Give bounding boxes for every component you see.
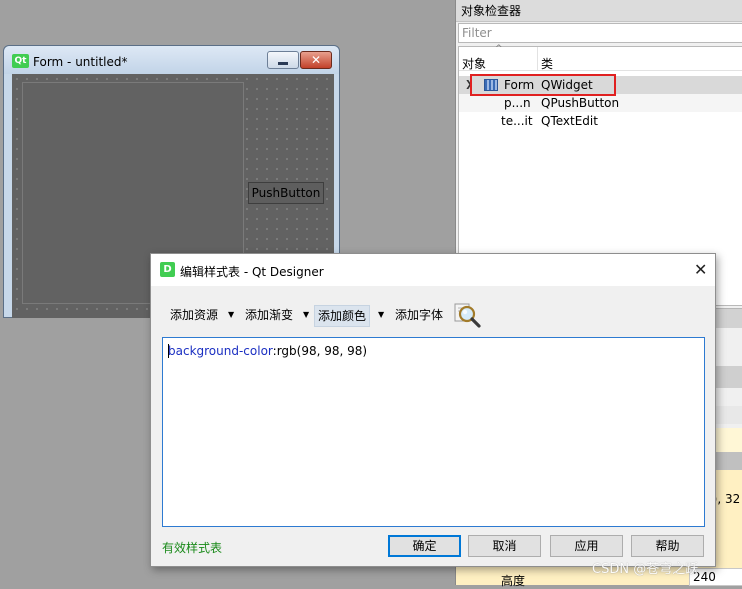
inspector-title: 对象检查器 xyxy=(456,0,742,22)
expand-arrow-icon[interactable]: ❯ xyxy=(465,76,473,94)
tree-row-form[interactable]: ❯ Form QWidget xyxy=(459,76,742,94)
push-button-widget[interactable]: PushButton xyxy=(248,182,324,204)
property-label-height: 高度 xyxy=(501,574,526,588)
column-separator[interactable] xyxy=(537,47,538,71)
object-class: QWidget xyxy=(541,78,593,92)
tree-header: 对象 ^ 类 xyxy=(459,44,742,72)
object-name: p...n xyxy=(504,96,531,110)
add-resource-button[interactable]: 添加资源 xyxy=(170,305,218,327)
object-class: QTextEdit xyxy=(541,114,598,128)
cancel-button[interactable]: 取消 xyxy=(468,535,541,557)
sort-indicator-icon: ^ xyxy=(495,44,503,54)
qt-logo-icon: Qt xyxy=(12,54,29,68)
object-name: te...it xyxy=(501,114,533,128)
dropdown-arrow-icon[interactable]: ▼ xyxy=(228,305,234,325)
close-button[interactable]: ✕ xyxy=(300,51,332,69)
dropdown-arrow-icon[interactable]: ▼ xyxy=(303,305,309,325)
form-title-bar[interactable]: Qt Form - untitled* ✕ xyxy=(4,46,339,74)
tree-row-textedit[interactable]: te...it QTextEdit xyxy=(459,112,742,130)
designer-logo-icon: D xyxy=(160,262,175,277)
magnifier-icon[interactable] xyxy=(453,301,481,329)
form-title: Form - untitled* xyxy=(33,55,128,69)
object-name: Form xyxy=(504,78,535,92)
apply-button[interactable]: 应用 xyxy=(550,535,623,557)
tree-row-pushbutton[interactable]: p...n QPushButton xyxy=(459,94,742,112)
help-button[interactable]: 帮助 xyxy=(631,535,704,557)
minimize-button[interactable] xyxy=(267,51,299,69)
close-icon[interactable]: ✕ xyxy=(694,260,707,279)
watermark: CSDN @苍穹之跃 xyxy=(592,562,699,577)
filter-input[interactable]: Filter xyxy=(458,23,742,43)
minimize-icon xyxy=(278,62,288,65)
validity-status: 有效样式表 xyxy=(162,541,223,555)
dropdown-arrow-icon[interactable]: ▼ xyxy=(378,305,384,325)
text-cursor xyxy=(168,344,169,358)
column-class[interactable]: 类 xyxy=(541,55,553,72)
css-value: :rgb(98, 98, 98) xyxy=(272,344,368,358)
object-class: QPushButton xyxy=(541,96,620,110)
stylesheet-dialog[interactable]: D 编辑样式表 - Qt Designer ✕ 添加资源 ▼ 添加渐变 ▼ 添加… xyxy=(150,253,716,567)
stylesheet-editor[interactable]: background-color:rgb(98, 98, 98) xyxy=(162,337,705,527)
column-object[interactable]: 对象 xyxy=(462,55,486,72)
ok-button[interactable]: 确定 xyxy=(388,535,461,557)
widget-icon xyxy=(484,79,498,91)
add-color-button[interactable]: 添加颜色 xyxy=(314,305,371,327)
add-font-button[interactable]: 添加字体 xyxy=(395,305,443,327)
add-gradient-button[interactable]: 添加渐变 xyxy=(245,305,293,327)
dialog-title-bar[interactable]: D 编辑样式表 - Qt Designer ✕ xyxy=(151,254,715,286)
css-property: background-color xyxy=(168,344,273,358)
dialog-title: 编辑样式表 - Qt Designer xyxy=(180,265,324,279)
